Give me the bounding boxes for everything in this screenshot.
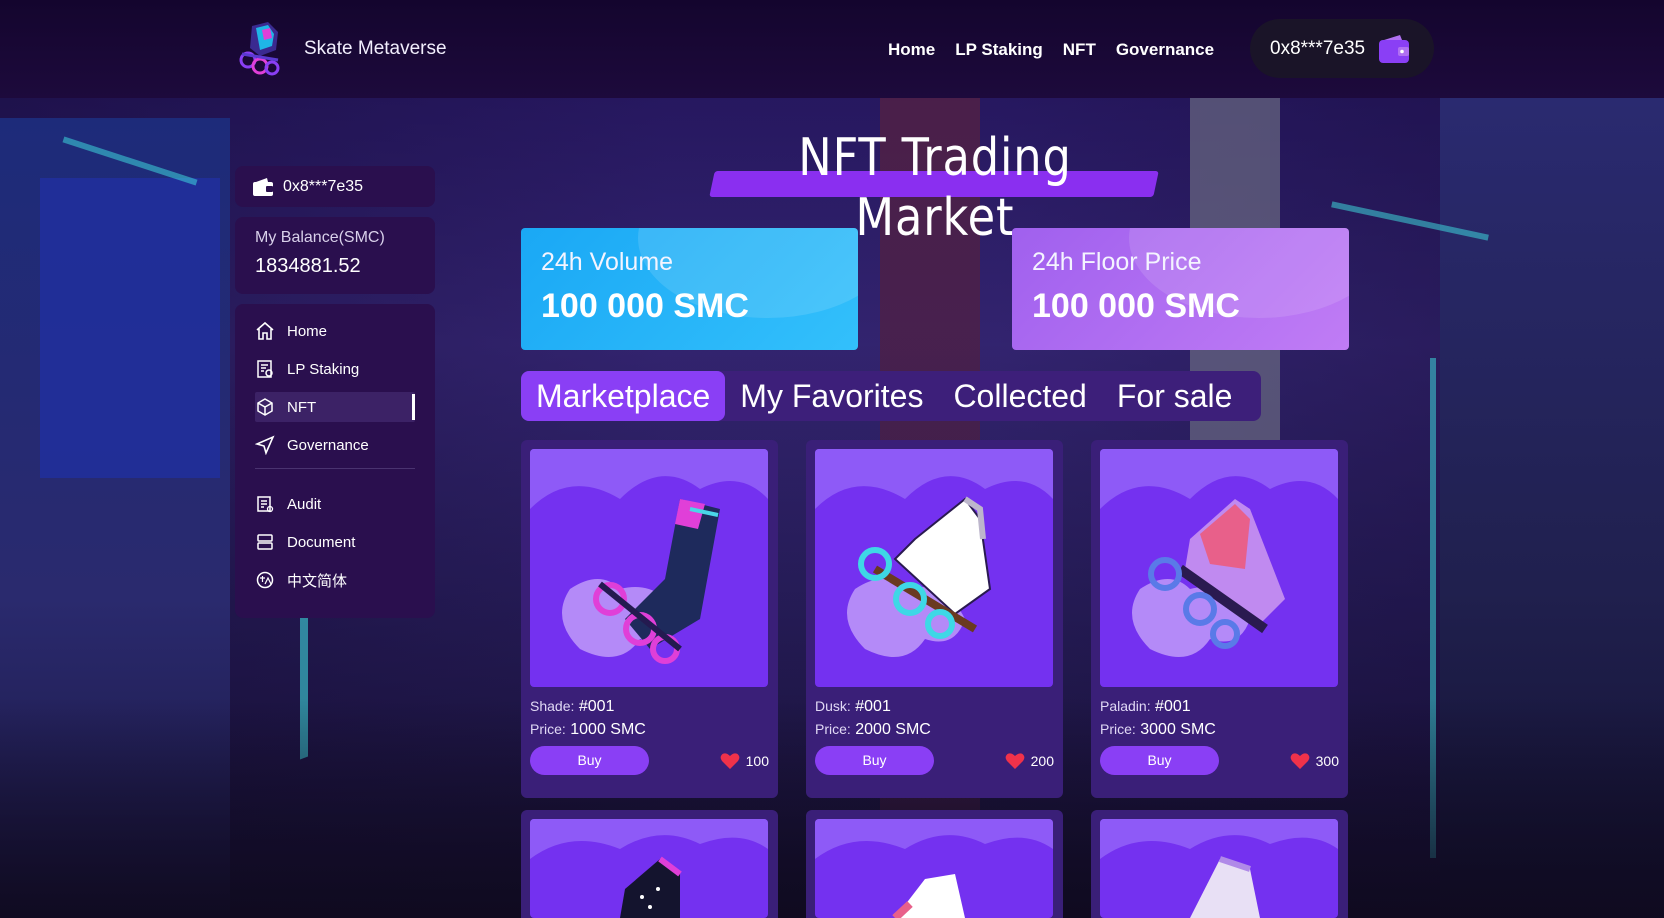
home-icon xyxy=(256,321,274,340)
skate-shoe-image xyxy=(530,449,768,664)
wallet-icon xyxy=(253,177,273,196)
like-count: 100 xyxy=(745,753,769,769)
heart-icon xyxy=(720,753,740,769)
nft-card[interactable]: Dusk: #001 Price: 2000 SMC Buy 200 xyxy=(806,440,1063,798)
nft-card[interactable]: Paladin: #001 Price: 3000 SMC Buy 300 xyxy=(1091,440,1348,798)
wallet-icon xyxy=(1379,35,1409,63)
price-label: Price: xyxy=(815,721,851,737)
sidebar-item-label: LP Staking xyxy=(287,360,360,378)
nft-card[interactable] xyxy=(521,810,778,918)
nft-name-label: Dusk: xyxy=(815,698,851,714)
price-value: 3000 SMC xyxy=(1140,721,1216,738)
nft-image[interactable] xyxy=(815,819,1053,918)
floor-price-label: 24h Floor Price xyxy=(1032,248,1202,276)
market-tabs: Marketplace My Favorites Collected For s… xyxy=(521,371,1262,421)
brand-name[interactable]: Skate Metaverse xyxy=(304,38,447,60)
nft-card[interactable]: Shade: #001 Price: 1000 SMC Buy 100 xyxy=(521,440,778,798)
nav-nft[interactable]: NFT xyxy=(1063,40,1096,60)
price-label: Price: xyxy=(1100,721,1136,737)
sidebar-item-label: Document xyxy=(287,533,356,551)
sidebar-wallet-address: 0x8***7e35 xyxy=(283,177,364,195)
floor-price-card: 24h Floor Price 100 000 SMC xyxy=(1012,228,1349,350)
sidebar-item-label: Governance xyxy=(287,436,369,454)
sidebar-item-language[interactable]: 中文简体 xyxy=(255,565,415,595)
price-value: 2000 SMC xyxy=(855,721,931,738)
sidebar-wallet[interactable]: 0x8***7e35 xyxy=(235,166,435,207)
nft-card[interactable] xyxy=(1091,810,1348,918)
nft-image[interactable] xyxy=(815,449,1053,687)
sidebar-item-label: NFT xyxy=(287,398,317,416)
nft-card[interactable] xyxy=(806,810,1063,918)
nav-governance[interactable]: Governance xyxy=(1116,40,1214,60)
tab-collected[interactable]: Collected xyxy=(938,371,1101,421)
nft-id: #001 xyxy=(855,698,891,715)
buy-button[interactable]: Buy xyxy=(1100,746,1219,775)
sidebar-item-label: 中文简体 xyxy=(287,572,348,590)
nft-image[interactable] xyxy=(1100,449,1338,687)
nft-image[interactable] xyxy=(1100,819,1338,918)
nft-id: #001 xyxy=(578,698,615,715)
like-counter[interactable]: 200 xyxy=(1005,752,1054,770)
sidebar-item-label: Audit xyxy=(287,495,322,513)
sidebar-item-governance[interactable]: Governance xyxy=(255,430,415,460)
sidebar-item-document[interactable]: Document xyxy=(255,527,415,557)
sidebar-item-label: Home xyxy=(287,322,328,340)
sidebar-divider xyxy=(255,468,415,469)
nav-home[interactable]: Home xyxy=(888,40,935,60)
price-label: Price: xyxy=(530,721,566,737)
nft-name: Paladin: #001 xyxy=(1100,698,1191,716)
sidebar-item-lp-staking[interactable]: LP Staking xyxy=(255,354,415,384)
buy-button[interactable]: Buy xyxy=(815,746,934,775)
sidebar-item-home[interactable]: Home xyxy=(255,316,415,346)
nav-lp-staking[interactable]: LP Staking xyxy=(955,40,1043,60)
skate-shoe-image xyxy=(1100,819,1338,918)
nft-name-label: Paladin: xyxy=(1100,698,1151,714)
tab-for-sale[interactable]: For sale xyxy=(1102,371,1248,421)
top-nav: Home LP Staking NFT Governance xyxy=(888,40,1214,60)
language-icon xyxy=(256,571,274,589)
volume-value: 100 000 SMC xyxy=(541,287,749,325)
balance-label: My Balance(SMC) xyxy=(255,229,385,246)
sidebar-item-nft[interactable]: NFT xyxy=(255,392,415,422)
sidebar-item-audit[interactable]: Audit xyxy=(255,489,415,519)
like-count: 300 xyxy=(1315,753,1339,769)
send-icon xyxy=(255,435,275,455)
heart-icon xyxy=(1290,753,1310,769)
tab-my-favorites[interactable]: My Favorites xyxy=(725,371,938,421)
nft-price: Price: 3000 SMC xyxy=(1100,721,1216,739)
nft-price: Price: 2000 SMC xyxy=(815,721,931,739)
nft-price: Price: 1000 SMC xyxy=(530,721,646,739)
wallet-button[interactable]: 0x8***7e35 xyxy=(1250,19,1434,78)
price-value: 1000 SMC xyxy=(570,721,646,738)
volume-card: 24h Volume 100 000 SMC xyxy=(521,228,858,350)
balance-value: 1834881.52 xyxy=(255,255,361,277)
tab-marketplace[interactable]: Marketplace xyxy=(521,371,726,421)
wallet-address: 0x8***7e35 xyxy=(1270,37,1366,59)
buy-button[interactable]: Buy xyxy=(530,746,649,775)
skate-shoe-image xyxy=(815,819,1053,918)
like-counter[interactable]: 100 xyxy=(720,752,769,770)
like-counter[interactable]: 300 xyxy=(1290,752,1339,770)
skate-shoe-image xyxy=(1100,449,1338,657)
nft-image[interactable] xyxy=(530,449,768,687)
audit-icon xyxy=(257,496,274,513)
floor-price-value: 100 000 SMC xyxy=(1032,287,1240,325)
balance-panel: My Balance(SMC) 1834881.52 xyxy=(235,217,435,294)
skate-shoe-image xyxy=(530,819,768,918)
staking-icon xyxy=(257,360,273,378)
sidebar-menu: Home LP Staking NFT Governance Audit Doc… xyxy=(235,304,435,618)
cube-icon xyxy=(257,398,273,416)
heart-icon xyxy=(1005,753,1025,769)
nft-name-label: Shade: xyxy=(530,698,575,714)
skate-shoe-image xyxy=(815,449,1053,657)
nft-name: Shade: #001 xyxy=(530,698,614,716)
volume-label: 24h Volume xyxy=(541,248,674,276)
skate-logo-icon[interactable] xyxy=(238,20,290,76)
nft-name: Dusk: #001 xyxy=(815,698,891,716)
top-header: Skate Metaverse Home LP Staking NFT Gove… xyxy=(0,0,1664,98)
like-count: 200 xyxy=(1030,753,1054,769)
nft-id: #001 xyxy=(1155,698,1191,715)
nft-image[interactable] xyxy=(530,819,768,918)
document-icon xyxy=(257,534,273,550)
